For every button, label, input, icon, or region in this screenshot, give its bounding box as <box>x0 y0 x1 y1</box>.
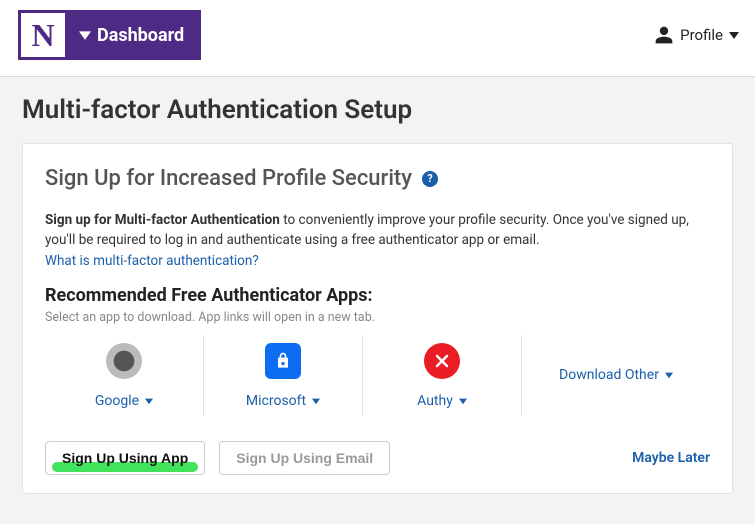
maybe-later-link[interactable]: Maybe Later <box>632 450 710 466</box>
app-option-google[interactable]: Google <box>45 335 203 415</box>
caret-down-icon <box>665 371 673 379</box>
card-title: Sign Up for Increased Profile Security <box>45 166 412 191</box>
app-link-other: Download Other <box>559 367 673 383</box>
caret-down-icon <box>145 397 153 405</box>
recommended-title: Recommended Free Authenticator Apps: <box>45 285 710 306</box>
page-title: Multi-factor Authentication Setup <box>22 95 733 125</box>
brand-logo: N <box>21 13 65 57</box>
caret-down-icon <box>312 397 320 405</box>
app-option-authy[interactable]: Authy <box>362 335 521 415</box>
action-row: Sign Up Using App Sign Up Using Email Ma… <box>45 441 710 475</box>
profile-menu[interactable]: Profile <box>654 25 739 45</box>
card-title-row: Sign Up for Increased Profile Security ? <box>45 166 710 191</box>
app-link-microsoft: Microsoft <box>246 393 320 409</box>
person-icon <box>654 25 674 45</box>
desc-bold: Sign up for Multi-factor Authentication <box>45 212 280 228</box>
brand-logo-letter: N <box>31 17 54 54</box>
app-option-other[interactable]: Download Other <box>521 335 710 415</box>
button-label: Sign Up Using App <box>62 450 188 466</box>
app-link-google: Google <box>95 393 153 409</box>
button-label: Sign Up Using Email <box>236 450 373 466</box>
help-icon[interactable]: ? <box>422 171 438 187</box>
app-link-authy: Authy <box>417 393 467 409</box>
dashboard-dropdown[interactable]: Dashboard <box>65 13 198 57</box>
what-is-mfa-link[interactable]: What is multi-factor authentication? <box>45 253 259 269</box>
microsoft-authenticator-icon <box>265 343 301 379</box>
brand-container: N Dashboard <box>18 10 201 60</box>
signup-using-email-button[interactable]: Sign Up Using Email <box>219 441 390 475</box>
card-description: Sign up for Multi-factor Authentication … <box>45 211 710 250</box>
caret-down-icon <box>79 29 91 41</box>
authy-icon <box>424 343 460 379</box>
dashboard-label: Dashboard <box>97 25 184 46</box>
app-option-microsoft[interactable]: Microsoft <box>203 335 362 415</box>
profile-label: Profile <box>680 26 723 44</box>
caret-down-icon <box>729 30 739 40</box>
top-bar: N Dashboard Profile <box>0 0 755 77</box>
app-label: Download Other <box>559 367 659 383</box>
app-options: Google Microsoft Authy <box>45 335 710 415</box>
app-label: Microsoft <box>246 393 306 409</box>
google-authenticator-icon <box>106 343 142 379</box>
page-body: Multi-factor Authentication Setup Sign U… <box>0 77 755 494</box>
app-label: Authy <box>417 393 453 409</box>
caret-down-icon <box>459 397 467 405</box>
signup-using-app-button[interactable]: Sign Up Using App <box>45 441 205 475</box>
app-label: Google <box>95 393 139 409</box>
recommended-subtitle: Select an app to download. App links wil… <box>45 310 710 325</box>
mfa-card: Sign Up for Increased Profile Security ?… <box>22 143 733 494</box>
